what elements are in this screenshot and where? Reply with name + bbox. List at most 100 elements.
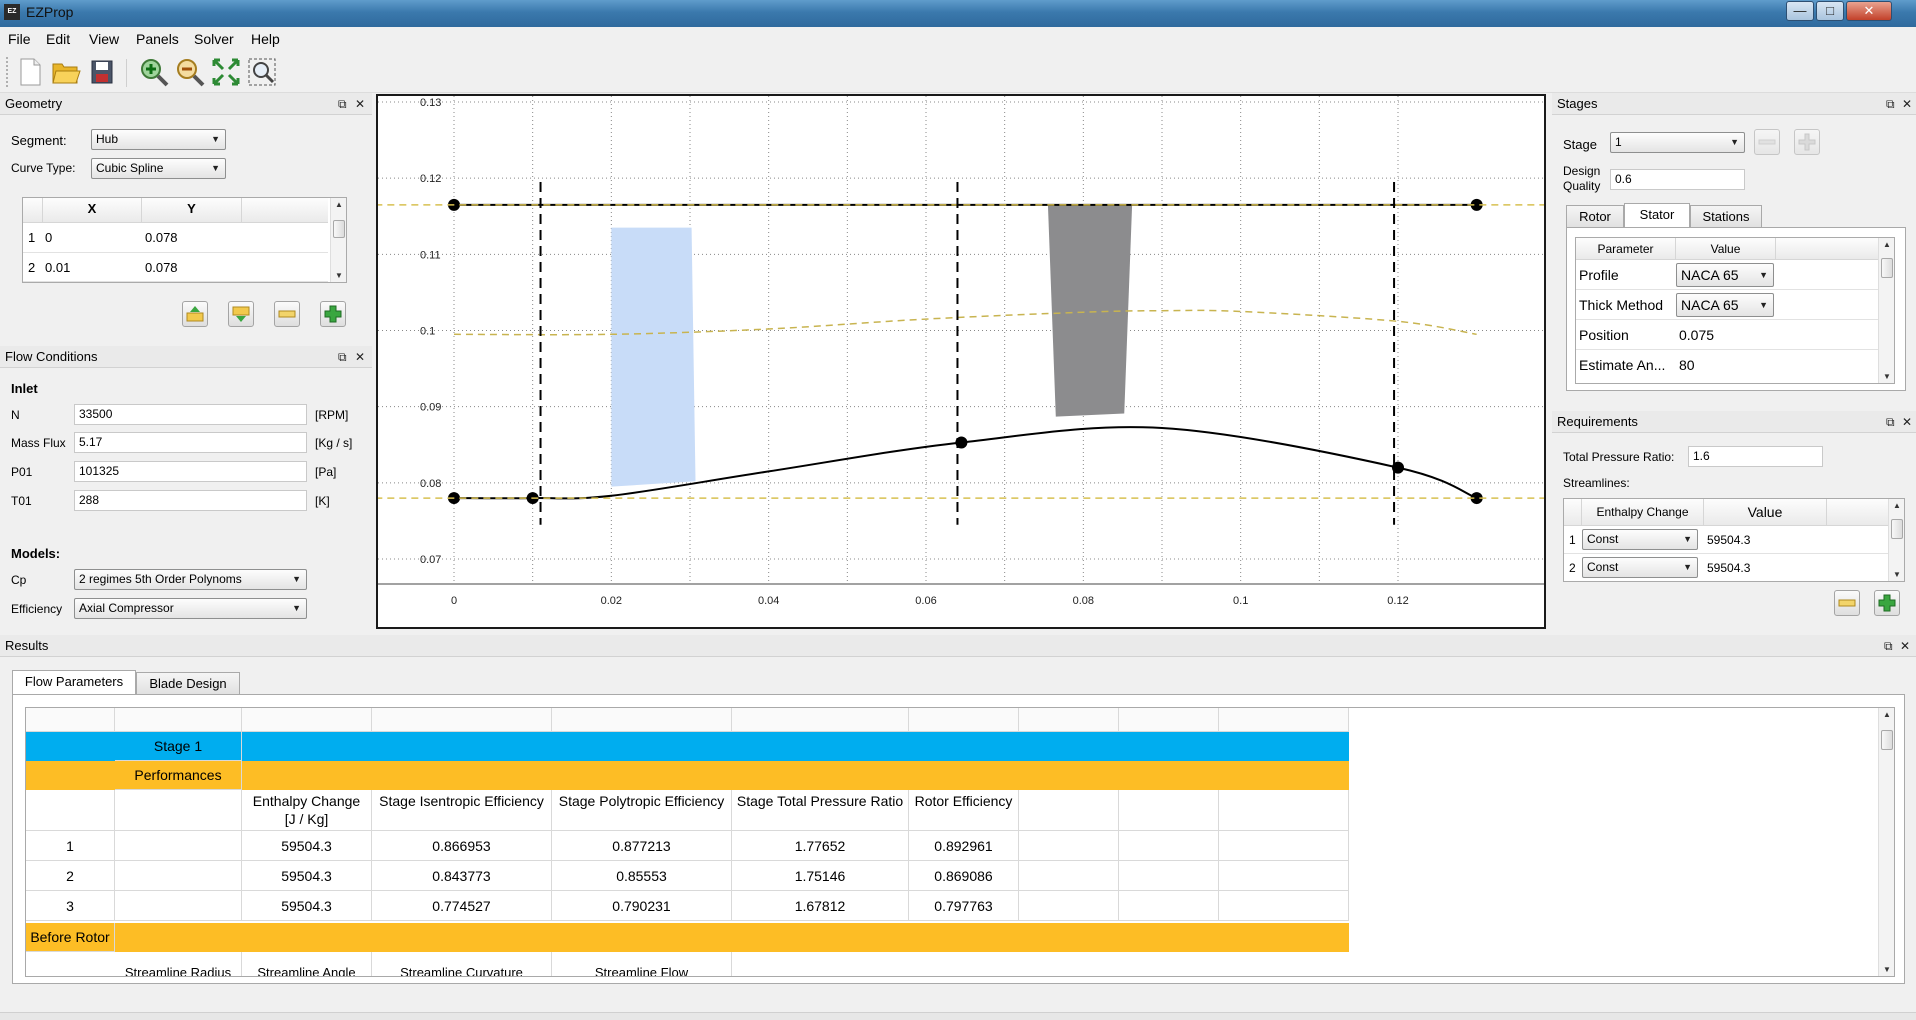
results-scrollbar[interactable]: ▲ ▼ — [1878, 708, 1894, 976]
scroll-up-icon[interactable]: ▲ — [1879, 710, 1894, 719]
empty-cell[interactable] — [1119, 831, 1219, 861]
curve-type-select[interactable]: Cubic Spline ▼ — [91, 158, 226, 179]
scroll-down-icon[interactable]: ▼ — [331, 271, 347, 280]
thick-method-select[interactable]: NACA 65 ▼ — [1676, 293, 1774, 317]
table-row[interactable]: 1 0 0.078 — [23, 223, 328, 253]
tab-flow-parameters[interactable]: Flow Parameters — [12, 670, 136, 694]
menu-file[interactable]: File — [8, 31, 31, 47]
p01-input[interactable]: 101325 — [74, 461, 307, 482]
column-header-value[interactable]: Value — [1704, 499, 1827, 526]
tab-blade-design[interactable]: Blade Design — [136, 672, 240, 694]
design-quality-input[interactable]: 0.6 — [1610, 169, 1745, 190]
column-header-y[interactable]: Y — [142, 198, 242, 223]
polytropic-efficiency-cell[interactable]: 0.790231 — [552, 891, 732, 921]
table-row[interactable]: 2 0.01 0.078 — [23, 253, 328, 282]
float-panel-icon[interactable]: ⧉ — [338, 93, 347, 115]
insert-point-before-button[interactable] — [182, 301, 208, 327]
total-pressure-ratio-cell[interactable]: 1.77652 — [732, 831, 909, 861]
rotor-efficiency-cell[interactable]: 0.797763 — [909, 891, 1019, 921]
rotor-efficiency-cell[interactable]: 0.892961 — [909, 831, 1019, 861]
new-file-icon[interactable] — [14, 56, 46, 88]
empty-cell[interactable] — [115, 831, 242, 861]
empty-cell[interactable] — [115, 891, 242, 921]
column-header-parameter[interactable]: Parameter — [1576, 238, 1676, 260]
empty-cell[interactable] — [1219, 891, 1349, 921]
tab-rotor[interactable]: Rotor — [1566, 205, 1624, 227]
isentropic-efficiency-cell[interactable]: 0.843773 — [372, 861, 552, 891]
y-cell[interactable]: 0.078 — [145, 256, 178, 280]
cp-model-select[interactable]: 2 regimes 5th Order Polynoms ▼ — [74, 569, 307, 590]
float-panel-icon[interactable]: ⧉ — [1886, 93, 1895, 115]
column-header-x[interactable]: X — [43, 198, 142, 223]
open-folder-icon[interactable] — [50, 56, 82, 88]
zoom-in-icon[interactable] — [138, 56, 170, 88]
mass-flux-input[interactable]: 5.17 — [74, 432, 307, 453]
empty-cell[interactable] — [1019, 831, 1119, 861]
column-header-enthalpy-change[interactable]: Enthalpy Change — [1582, 499, 1704, 526]
close-panel-icon[interactable]: ✕ — [355, 93, 365, 115]
close-panel-icon[interactable]: ✕ — [1902, 411, 1912, 433]
scroll-down-icon[interactable]: ▼ — [1889, 570, 1905, 579]
enthalpy-value[interactable]: 59504.3 — [1707, 556, 1750, 580]
scroll-thumb[interactable] — [1891, 519, 1903, 539]
efficiency-model-select[interactable]: Axial Compressor ▼ — [74, 598, 307, 619]
empty-cell[interactable] — [1219, 861, 1349, 891]
empty-cell[interactable] — [1219, 831, 1349, 861]
column-header-value[interactable]: Value — [1676, 238, 1776, 260]
profile-select[interactable]: NACA 65 ▼ — [1676, 263, 1774, 287]
isentropic-efficiency-cell[interactable]: 0.866953 — [372, 831, 552, 861]
table-row[interactable]: Position 0.075 — [1576, 320, 1878, 350]
total-pressure-ratio-input[interactable]: 1.6 — [1688, 446, 1823, 467]
table-row[interactable]: Profile NACA 65 ▼ — [1576, 260, 1878, 290]
meridional-view-plot[interactable]: 0 0.02 0.04 0.06 0.08 0.1 0.12 0.07 0.08 0.09 0.1 0… — [376, 94, 1546, 629]
t01-input[interactable]: 288 — [74, 490, 307, 511]
minimize-button[interactable]: — — [1786, 1, 1814, 21]
remove-streamline-button[interactable] — [1834, 590, 1860, 616]
empty-cell[interactable] — [1019, 891, 1119, 921]
float-panel-icon[interactable]: ⧉ — [338, 346, 347, 368]
scroll-thumb[interactable] — [1881, 258, 1893, 278]
float-panel-icon[interactable]: ⧉ — [1886, 411, 1895, 433]
table-row[interactable]: 1 Const ▼ 59504.3 — [1564, 526, 1888, 554]
empty-cell[interactable] — [1119, 891, 1219, 921]
add-stage-button[interactable] — [1794, 129, 1820, 155]
row-number-cell[interactable]: 3 — [26, 891, 115, 921]
close-panel-icon[interactable]: ✕ — [1900, 635, 1910, 657]
row-number-cell[interactable]: 1 — [26, 831, 115, 861]
scroll-down-icon[interactable]: ▼ — [1879, 372, 1895, 381]
maximize-button[interactable]: □ — [1816, 1, 1844, 21]
enthalpy-change-cell[interactable]: 59504.3 — [242, 831, 372, 861]
insert-point-after-button[interactable] — [228, 301, 254, 327]
polytropic-efficiency-cell[interactable]: 0.877213 — [552, 831, 732, 861]
stator-table-scrollbar[interactable]: ▲ ▼ — [1878, 238, 1894, 383]
enthalpy-value[interactable]: 59504.3 — [1707, 528, 1750, 552]
menu-edit[interactable]: Edit — [46, 31, 70, 47]
empty-cell[interactable] — [115, 861, 242, 891]
segment-select[interactable]: Hub ▼ — [91, 129, 226, 150]
enthalpy-mode-select[interactable]: Const ▼ — [1582, 557, 1698, 578]
zoom-fit-icon[interactable] — [210, 56, 242, 88]
menu-view[interactable]: View — [89, 31, 119, 47]
scroll-up-icon[interactable]: ▲ — [1889, 501, 1905, 510]
empty-cell[interactable] — [1019, 861, 1119, 891]
table-row[interactable]: Estimate An... 80 — [1576, 350, 1878, 383]
stage-select[interactable]: 1 ▼ — [1610, 132, 1745, 153]
menu-panels[interactable]: Panels — [136, 31, 179, 47]
remove-stage-button[interactable] — [1754, 129, 1780, 155]
polytropic-efficiency-cell[interactable]: 0.85553 — [552, 861, 732, 891]
before-rotor-row[interactable] — [26, 923, 1349, 952]
zoom-out-icon[interactable] — [174, 56, 206, 88]
close-window-button[interactable]: ✕ — [1846, 1, 1892, 21]
tab-stations[interactable]: Stations — [1690, 205, 1762, 227]
isentropic-efficiency-cell[interactable]: 0.774527 — [372, 891, 552, 921]
enthalpy-change-cell[interactable]: 59504.3 — [242, 891, 372, 921]
rotor-efficiency-cell[interactable]: 0.869086 — [909, 861, 1019, 891]
table-row[interactable]: 2 Const ▼ 59504.3 — [1564, 554, 1888, 581]
y-cell[interactable]: 0.078 — [145, 226, 178, 250]
menu-solver[interactable]: Solver — [194, 31, 234, 47]
total-pressure-ratio-cell[interactable]: 1.75146 — [732, 861, 909, 891]
tab-stator[interactable]: Stator — [1624, 203, 1690, 227]
meridional-chart-svg[interactable]: 0 0.02 0.04 0.06 0.08 0.1 0.12 0.07 0.08 0.09 0.1 0… — [378, 96, 1544, 627]
n-input[interactable]: 33500 — [74, 404, 307, 425]
scroll-up-icon[interactable]: ▲ — [1879, 240, 1895, 249]
